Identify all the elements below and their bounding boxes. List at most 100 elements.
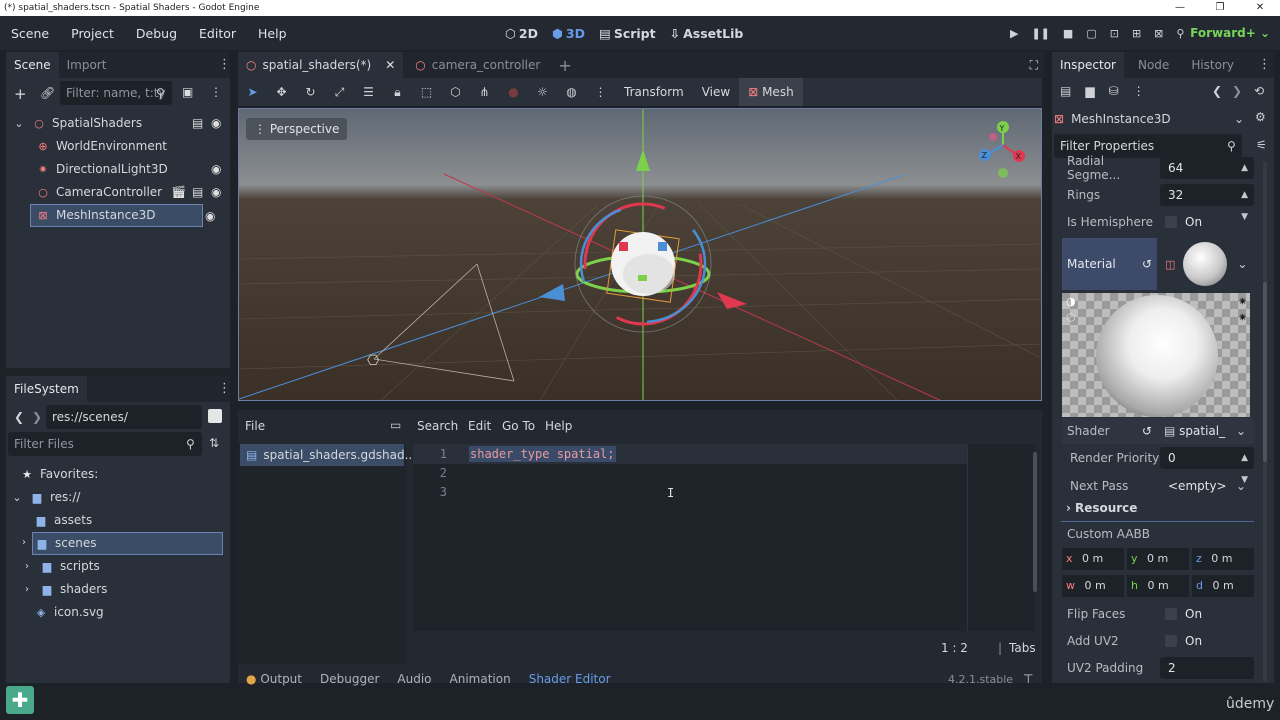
snap-icon[interactable]: ⋔ (470, 85, 499, 99)
render-priority-field[interactable]: 0 ▲ ▼ (1160, 447, 1254, 485)
next-pass-picker[interactable]: <empty> ⌄ (1160, 475, 1254, 497)
mode-2d[interactable]: ⬡ 2D (505, 26, 538, 41)
filter-files-input[interactable]: Filter Files (8, 432, 202, 456)
resource-section[interactable]: › Resource (1062, 495, 1254, 521)
close-tab-icon[interactable]: ✕ (385, 58, 395, 72)
environment-icon[interactable]: ◍ (557, 85, 586, 99)
material-picker[interactable]: ◫ ⌄ (1157, 238, 1254, 290)
renderer-selector[interactable]: Forward+ ⌄ (1190, 16, 1270, 50)
aabb-y-field[interactable]: y 0 m (1127, 548, 1189, 570)
sliders-icon[interactable]: ⚟ (1256, 138, 1267, 152)
uv2-padding-field[interactable]: 2 (1160, 657, 1254, 679)
menu-project[interactable]: Project (60, 26, 125, 41)
goto-menu[interactable]: Go To (502, 419, 535, 433)
script-icon[interactable]: ▤ (192, 181, 203, 204)
tab-filesystem[interactable]: FileSystem (6, 376, 87, 402)
visibility-icon[interactable]: ◉ (211, 112, 221, 135)
history-back-icon[interactable]: ❮ (1212, 84, 1222, 98)
code-scrollbar[interactable] (1033, 452, 1037, 592)
play-custom-scene-icon[interactable]: ⊞ (1132, 27, 1141, 40)
shader-picker[interactable]: ▤ spatial_ ⌄ (1160, 420, 1254, 442)
filesystem-menu-icon[interactable]: ⋮ (218, 381, 231, 396)
shader-file-item[interactable]: ▤ spatial_shaders.gdshad... (240, 444, 416, 466)
save-icon[interactable]: ⛁ (1109, 84, 1119, 98)
remote-debug-icon[interactable]: ▢ (1086, 27, 1096, 40)
folder-scenes[interactable]: ▆ scenes (32, 532, 223, 555)
camera-preview-icon[interactable]: ● (499, 85, 528, 99)
folder-assets[interactable]: ▆ assets (34, 509, 92, 532)
distraction-free-icon[interactable]: ⛶ (1030, 58, 1038, 73)
tab-debugger[interactable]: Debugger (320, 672, 379, 686)
visibility-icon[interactable]: ◉ (205, 209, 215, 223)
perspective-menu[interactable]: ⋮ Perspective (246, 118, 348, 140)
mode-3d[interactable]: ⬢ 3D (552, 26, 585, 41)
add-uv2-checkbox[interactable]: On (1160, 630, 1254, 652)
profile-icon[interactable]: ⚲ (1176, 27, 1184, 40)
movie-maker-icon[interactable]: ⊠ (1154, 27, 1163, 40)
new-resource-icon[interactable]: ▤ (1060, 84, 1071, 98)
mode-assetlib[interactable]: ⇩ AssetLib (670, 26, 744, 41)
help-menu[interactable]: Help (545, 419, 572, 433)
inspector-scrollbar[interactable] (1263, 282, 1267, 462)
transform-menu[interactable]: Transform (615, 85, 693, 99)
inspector-menu-icon[interactable]: ⋮ (1258, 57, 1271, 72)
toggle-split-icon[interactable] (208, 409, 222, 423)
scene-dock-menu-icon[interactable]: ⋮ (218, 57, 231, 72)
aabb-x-field[interactable]: x 0 m (1062, 548, 1124, 570)
lock-icon[interactable]: 🔒︎ (383, 85, 412, 100)
tab-camera-controller[interactable]: ○ camera_controller (403, 52, 552, 78)
viewport-menu-icon[interactable]: ⋮ (586, 85, 615, 99)
sort-icon[interactable]: ⇅ (209, 436, 219, 450)
play-scene-icon[interactable]: ⊡ (1110, 27, 1119, 40)
rotate-tool-icon[interactable]: ↻ (296, 85, 325, 99)
chevron-right-icon[interactable]: › (22, 537, 26, 548)
pin-icon[interactable]: ⊤ (1023, 672, 1033, 686)
tab-animation[interactable]: Animation (450, 672, 511, 686)
instance-icon[interactable]: 🎬︎ (171, 181, 186, 204)
view-gizmo[interactable]: Y Z X (975, 117, 1031, 181)
tab-import[interactable]: Import (59, 52, 115, 78)
close-window-button[interactable]: ✕ (1240, 0, 1280, 16)
folder-scripts[interactable]: › ▆ scripts (20, 555, 100, 578)
open-folder-icon[interactable]: ▆ (1085, 84, 1094, 98)
aabb-h-field[interactable]: h 0 m (1127, 575, 1189, 597)
light-toggle-icon[interactable]: ◑ (1066, 295, 1076, 308)
revert-icon[interactable]: ↺ (1142, 424, 1152, 438)
favorites-item[interactable]: ★ Favorites: (20, 463, 98, 486)
tree-node-worldenvironment[interactable]: ⊕ WorldEnvironment (36, 135, 222, 158)
res-root-item[interactable]: ⌄ ▆ res:// (10, 486, 80, 509)
3d-viewport[interactable]: ⎔ ⋮ Perspective Y Z X (238, 108, 1042, 401)
attach-script-icon[interactable]: ▣ (182, 85, 193, 99)
visibility-icon[interactable]: ◉ (211, 158, 221, 181)
tab-audio[interactable]: Audio (397, 672, 431, 686)
back-icon[interactable]: ❮ (14, 410, 24, 424)
menu-editor[interactable]: Editor (188, 26, 247, 41)
more-icon[interactable]: ⋮ (1133, 84, 1145, 98)
aabb-w-field[interactable]: w 0 m (1062, 575, 1124, 597)
shape-toggle-icon[interactable]: ⬡ (1066, 311, 1076, 324)
is-hemisphere-checkbox[interactable]: On (1160, 211, 1254, 233)
view-menu[interactable]: View (693, 85, 739, 99)
play-icon[interactable]: ▶ (1010, 27, 1018, 40)
tree-node-spatialshaders[interactable]: ⌄ ○ SpatialShaders ▤ ◉ (12, 112, 222, 135)
rings-field[interactable]: 32 ▲ ▼ (1160, 184, 1254, 222)
stop-icon[interactable]: ■ (1063, 27, 1073, 40)
file-icon-svg[interactable]: ◈ icon.svg (34, 601, 104, 624)
tree-node-directionallight3d[interactable]: ✷ DirectionalLight3D ◉ (36, 158, 222, 181)
minimize-button[interactable]: — (1160, 0, 1200, 16)
group-icon[interactable]: ⬚ (412, 85, 441, 99)
object-selector[interactable]: ⊠ MeshInstance3D ⌄ (1054, 108, 1246, 130)
revert-icon[interactable]: ↺ (1142, 257, 1152, 271)
menu-scene[interactable]: Scene (0, 26, 60, 41)
mode-script[interactable]: ▤ Script (599, 26, 656, 41)
tab-spatial-shaders[interactable]: ○ spatial_shaders(*) ✕ (238, 52, 404, 78)
radial-segments-field[interactable]: 64▲▼ (1160, 157, 1254, 195)
tab-shader-editor[interactable]: Shader Editor (529, 672, 611, 686)
sun-icon[interactable]: ☼ (528, 85, 557, 99)
edit-menu[interactable]: Edit (468, 419, 491, 433)
select-tool-icon[interactable]: ➤ (238, 85, 267, 99)
move-tool-icon[interactable]: ✥ (267, 85, 296, 99)
search-menu[interactable]: Search (417, 419, 458, 433)
menu-debug[interactable]: Debug (125, 26, 188, 41)
list-select-icon[interactable]: ☰ (354, 85, 383, 99)
